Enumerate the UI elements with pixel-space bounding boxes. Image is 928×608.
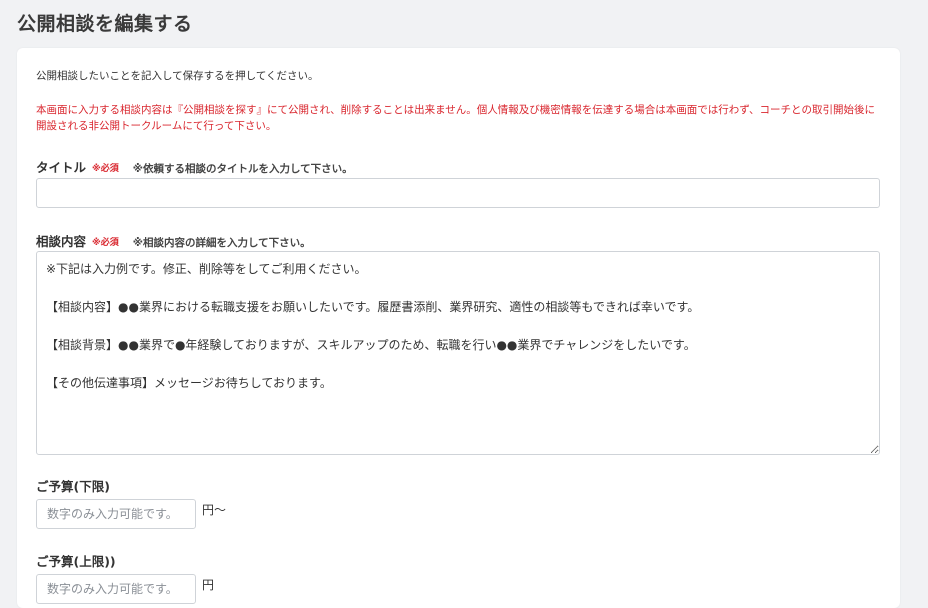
budget-min-input[interactable] (36, 499, 196, 529)
edit-form-card: 公開相談したいことを記入して保存するを押してください。 本画面に入力する相談内容… (17, 48, 900, 608)
content-field-label: 相談内容 (36, 234, 87, 249)
budget-max-input[interactable] (36, 574, 196, 604)
budget-min-label: ご予算(下限) (36, 479, 110, 494)
budget-min-unit: 円〜 (202, 503, 227, 517)
title-field-label: タイトル (36, 160, 87, 175)
budget-max-label: ご予算(上限)) (36, 554, 116, 569)
content-field-label-row: 相談内容 ※必須 ※相談内容の詳細を入力して下さい。 (36, 231, 311, 250)
form-warning-text: 本画面に入力する相談内容は『公開相談を探す』にて公開され、削除することは出来ませ… (36, 104, 875, 132)
title-input[interactable] (36, 178, 880, 208)
content-required-badge: ※必須 (92, 238, 119, 248)
title-field-label-row: タイトル ※必須 ※依頼する相談のタイトルを入力して下さい。 (36, 157, 353, 176)
page-title: 公開相談を編集する (17, 13, 193, 35)
content-textarea[interactable] (36, 251, 880, 455)
title-required-badge: ※必須 (92, 164, 119, 174)
title-field-hint: ※依頼する相談のタイトルを入力して下さい。 (132, 163, 353, 175)
content-field-hint: ※相談内容の詳細を入力して下さい。 (132, 237, 311, 249)
form-intro-text: 公開相談したいことを記入して保存するを押してください。 (36, 70, 319, 82)
budget-max-unit: 円 (202, 578, 215, 592)
